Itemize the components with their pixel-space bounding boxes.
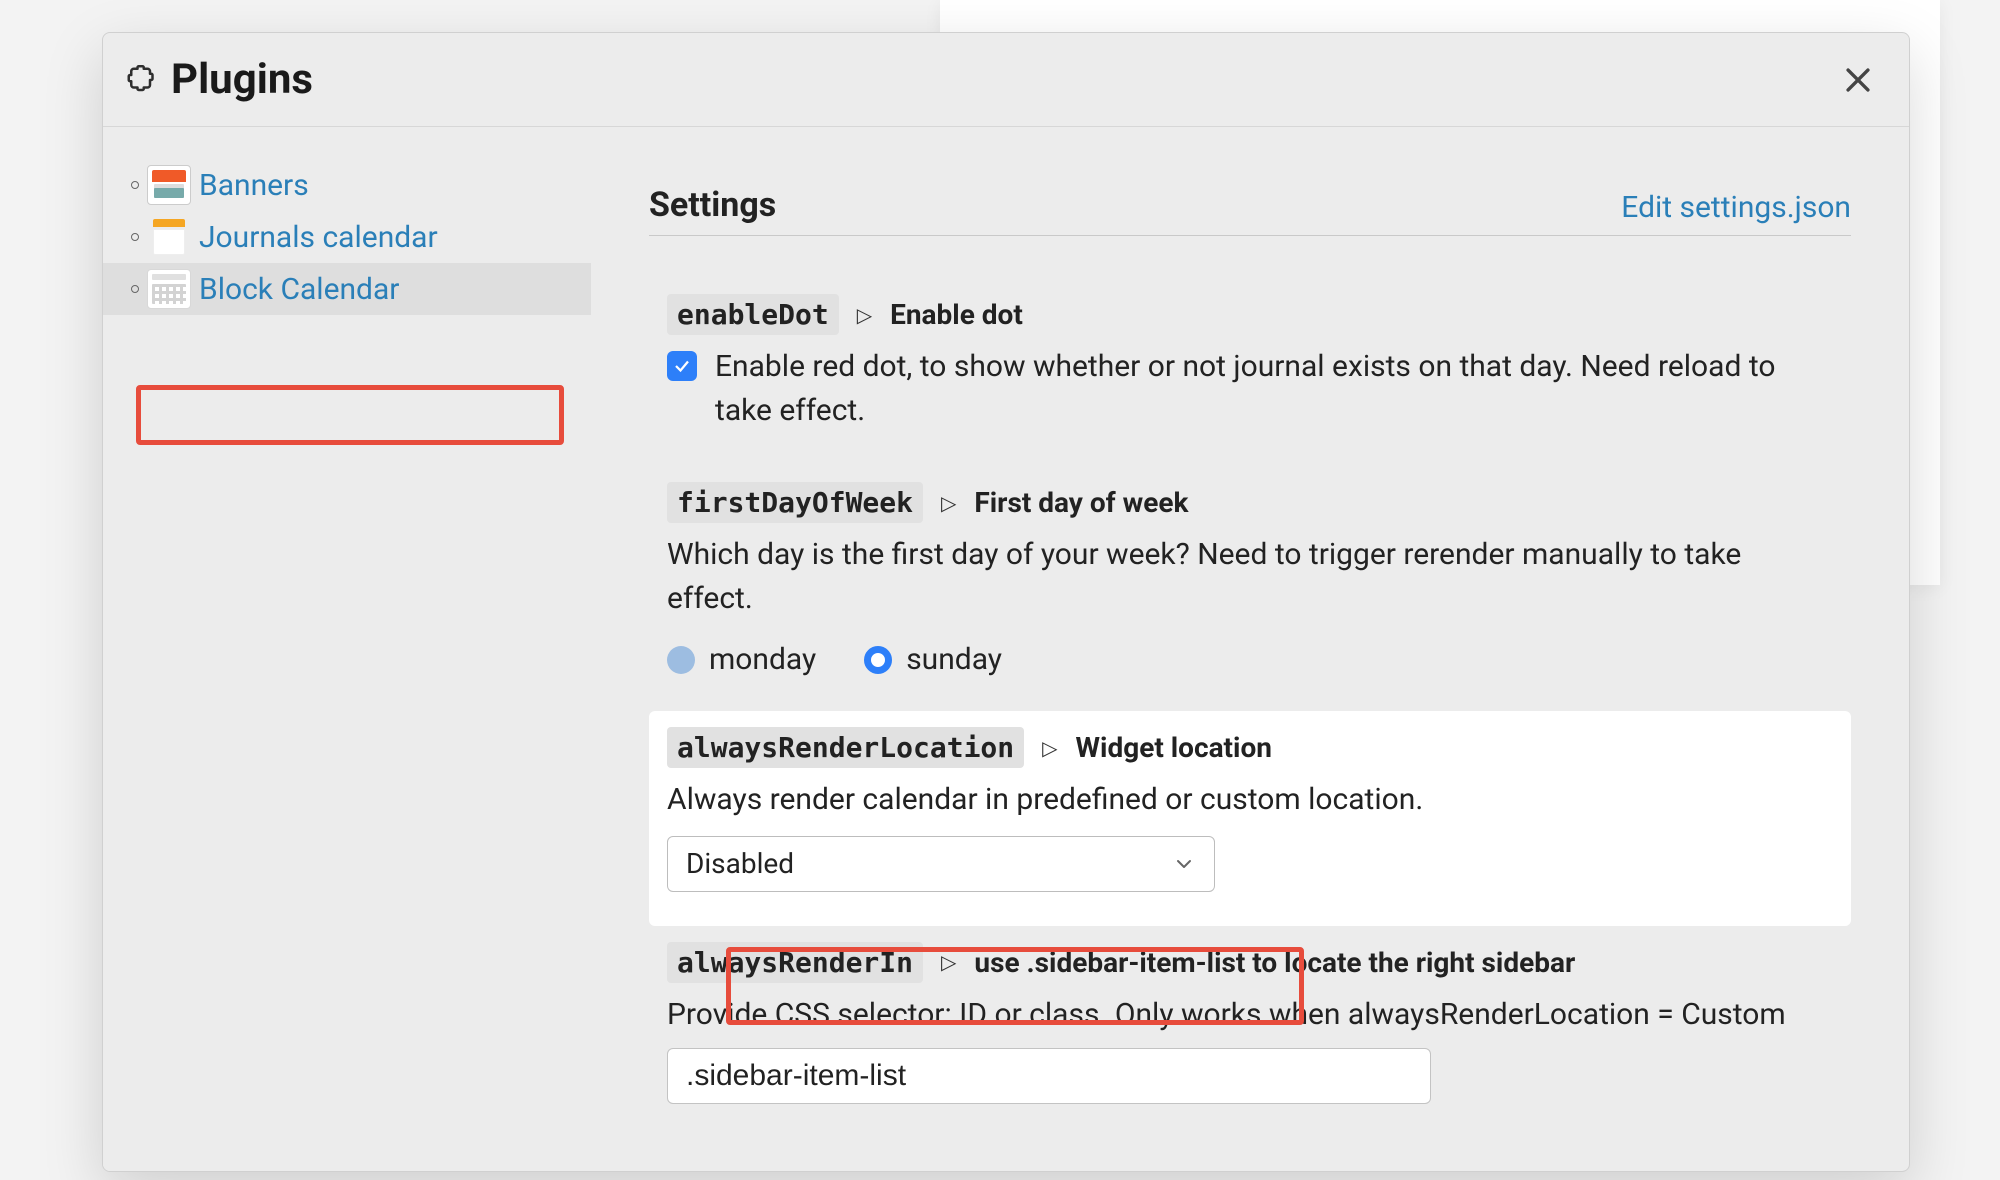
radio-label: sunday <box>906 642 1002 677</box>
journals-calendar-plugin-icon <box>147 217 191 257</box>
modal-body: Banners Journals calendar Block Calendar… <box>103 127 1909 1172</box>
sidebar-item-block-calendar[interactable]: Block Calendar <box>103 263 591 315</box>
modal-title: Plugins <box>171 55 313 104</box>
radio-icon <box>667 646 695 674</box>
sidebar-item-label: Block Calendar <box>199 272 399 307</box>
settings-content: Settings Edit settings.json enableDot ▷ … <box>591 127 1909 1172</box>
widget-location-select[interactable]: Disabled <box>667 836 1215 892</box>
block-calendar-plugin-icon <box>147 269 191 309</box>
sidebar-item-banners[interactable]: Banners <box>103 159 591 211</box>
setting-key-code: alwaysRenderIn <box>667 942 923 983</box>
modal-header-left: Plugins <box>125 55 313 104</box>
select-value: Disabled <box>686 847 794 880</box>
triangle-icon: ▷ <box>941 491 956 515</box>
edit-settings-json-link[interactable]: Edit settings.json <box>1621 190 1851 225</box>
list-bullet-icon <box>131 181 139 189</box>
setting-first-day-of-week: firstDayOfWeek ▷ First day of week Which… <box>649 466 1851 711</box>
setting-key-code: alwaysRenderLocation <box>667 727 1024 768</box>
list-bullet-icon <box>131 285 139 293</box>
setting-title-line: alwaysRenderIn ▷ use .sidebar-item-list … <box>667 942 1833 983</box>
plugins-sidebar: Banners Journals calendar Block Calendar <box>103 127 591 1172</box>
radio-monday[interactable]: monday <box>667 642 816 677</box>
plugin-icon <box>125 65 155 95</box>
setting-enable-dot: enableDot ▷ Enable dot Enable red dot, t… <box>649 278 1851 466</box>
setting-key-code: enableDot <box>667 294 839 335</box>
list-bullet-icon <box>131 233 139 241</box>
setting-title: Widget location <box>1076 731 1272 764</box>
setting-description: Which day is the first day of your week?… <box>667 533 1833 620</box>
banners-plugin-icon <box>147 165 191 205</box>
setting-always-render-in: alwaysRenderIn ▷ use .sidebar-item-list … <box>649 926 1851 1139</box>
sidebar-item-label: Journals calendar <box>199 220 438 255</box>
enable-dot-checkbox-row: Enable red dot, to show whether or not j… <box>667 345 1833 432</box>
sidebar-item-label: Banners <box>199 168 309 203</box>
setting-description: Enable red dot, to show whether or not j… <box>715 345 1833 432</box>
enable-dot-checkbox[interactable] <box>667 351 697 381</box>
sidebar-item-journals-calendar[interactable]: Journals calendar <box>103 211 591 263</box>
settings-heading: Settings <box>649 185 776 225</box>
setting-title: Enable dot <box>890 298 1023 331</box>
setting-title-line: alwaysRenderLocation ▷ Widget location <box>667 727 1833 768</box>
always-render-in-input[interactable] <box>667 1048 1431 1104</box>
setting-description: Provide CSS selector: ID or class. Only … <box>667 993 1833 1037</box>
plugins-modal: Plugins Banners Journals calendar Block … <box>102 32 1910 1172</box>
modal-header: Plugins <box>103 33 1909 127</box>
radio-icon <box>864 646 892 674</box>
setting-title-line: firstDayOfWeek ▷ First day of week <box>667 482 1833 523</box>
setting-title: use .sidebar-item-list to locate the rig… <box>974 946 1575 979</box>
close-icon[interactable] <box>1841 63 1875 97</box>
setting-always-render-location: alwaysRenderLocation ▷ Widget location A… <box>649 711 1851 926</box>
chevron-down-icon <box>1172 852 1196 876</box>
setting-key-code: firstDayOfWeek <box>667 482 923 523</box>
setting-title: First day of week <box>974 486 1188 519</box>
triangle-icon: ▷ <box>857 303 872 327</box>
triangle-icon: ▷ <box>1042 736 1057 760</box>
setting-title-line: enableDot ▷ Enable dot <box>667 294 1833 335</box>
first-day-radio-group: monday sunday <box>667 642 1833 677</box>
triangle-icon: ▷ <box>941 950 956 974</box>
radio-sunday[interactable]: sunday <box>864 642 1002 677</box>
checkmark-icon <box>673 357 691 375</box>
setting-description: Always render calendar in predefined or … <box>667 778 1833 822</box>
radio-label: monday <box>709 642 816 677</box>
settings-headerline: Settings Edit settings.json <box>649 185 1851 236</box>
